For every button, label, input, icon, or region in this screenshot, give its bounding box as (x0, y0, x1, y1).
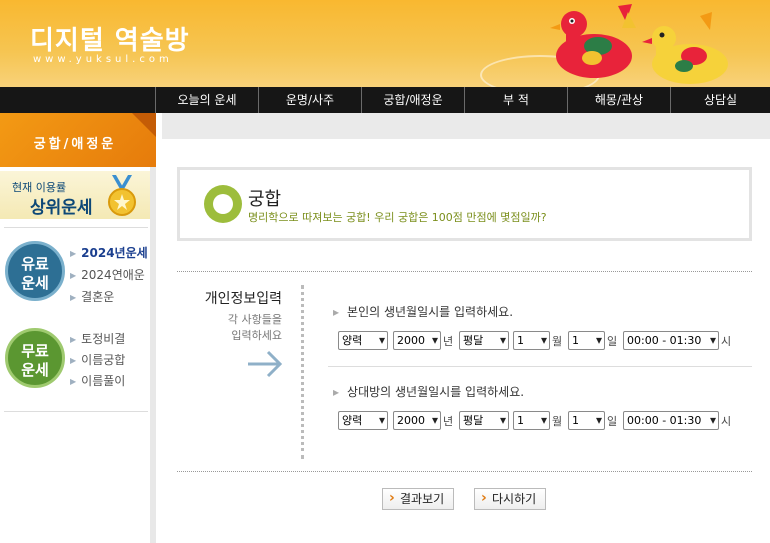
paid-fortune-badge: 유료 운세 (5, 241, 65, 301)
site-domain: www.yuksul.com (33, 54, 173, 65)
free-fortune-badge: 무료 운세 (5, 328, 65, 388)
page-subtitle: 명리학으로 따져보는 궁합! 우리 궁합은 100점 만점에 몇점일까? (248, 211, 547, 224)
content-top-bar (162, 113, 770, 139)
person2-day-select[interactable]: 1 (568, 411, 605, 430)
person2-prompt: 상대방의 생년월일시를 입력하세요. (333, 383, 524, 400)
year-unit-label: 년 (443, 335, 454, 348)
person1-time-select[interactable]: 00:00 - 01:30 (623, 331, 719, 350)
paid-badge-line2: 운세 (21, 274, 49, 292)
page-title: 궁합 (248, 189, 282, 210)
nav-item-today-fortune[interactable]: 오늘의 운세 (155, 87, 258, 113)
person1-month-select[interactable]: 1 (513, 331, 550, 350)
section-divider-bottom (177, 471, 752, 472)
form-heading: 개인정보입력 (204, 291, 282, 307)
person2-leap-select[interactable]: 평달 (459, 411, 509, 430)
person1-day-select[interactable]: 1 (568, 331, 605, 350)
reset-button[interactable]: 다시하기 (474, 488, 546, 510)
sidebar-link-marriage[interactable]: 결혼운 (70, 288, 114, 305)
form-vertical-divider (301, 285, 304, 459)
free-badge-line2: 운세 (21, 361, 49, 379)
page-title-box: 궁합 명리학으로 따져보는 궁합! 우리 궁합은 100점 만점에 몇점일까? (177, 167, 752, 241)
time-unit-label: 시 (721, 335, 732, 348)
form-row-divider (328, 366, 752, 367)
sidebar-divider-2 (4, 411, 148, 412)
person2-month-select[interactable]: 1 (513, 411, 550, 430)
nav-item-destiny[interactable]: 운명/사주 (258, 87, 361, 113)
top-fortune-banner[interactable]: 현재 이용률 상위운세 (0, 171, 150, 219)
person1-year-select[interactable]: 2000 (393, 331, 441, 350)
day-unit-label: 일 (607, 415, 618, 428)
sidebar-link-name-compat[interactable]: 이름궁합 (70, 351, 125, 368)
day-unit-label: 일 (607, 335, 618, 348)
sidebar-link-name-reading[interactable]: 이름풀이 (70, 372, 125, 389)
title-circle-icon (204, 185, 242, 223)
medal-icon (108, 175, 136, 216)
sidebar-link-tojeong[interactable]: 토정비결 (70, 330, 125, 347)
year-unit-label: 년 (443, 415, 454, 428)
form-subtext-2: 입력하세요 (231, 329, 282, 342)
free-badge-line1: 무료 (21, 342, 49, 360)
sidebar-header: 궁합/애정운 (0, 113, 156, 167)
title-circle-inner (213, 194, 233, 214)
sidebar-link-2024-love[interactable]: 2024연애운 (70, 266, 145, 283)
nav-item-dream[interactable]: 해몽/관상 (567, 87, 670, 113)
person1-calendar-select[interactable]: 양력 (338, 331, 388, 350)
site-logo[interactable]: 디지털 역술방 (30, 20, 190, 57)
banner-big-text: 상위운세 (30, 198, 93, 218)
nav-item-compatibility[interactable]: 궁합/애정운 (361, 87, 464, 113)
sidebar-link-2024-fortune[interactable]: 2024년운세 (70, 244, 148, 261)
form-subtext-1: 각 사항들을 (227, 313, 282, 326)
month-unit-label: 월 (552, 335, 563, 348)
person2-time-select[interactable]: 00:00 - 01:30 (623, 411, 719, 430)
arrow-right-icon (248, 350, 283, 378)
mandarin-duck-yellow-icon (642, 12, 728, 84)
result-button[interactable]: 결과보기 (382, 488, 454, 510)
sidebar-divider (4, 227, 148, 228)
paid-badge-line1: 유료 (21, 255, 49, 273)
person2-calendar-select[interactable]: 양력 (338, 411, 388, 430)
person2-year-select[interactable]: 2000 (393, 411, 441, 430)
header: 디지털 역술방 www.yuksul.com (0, 0, 770, 87)
sidebar-title: 궁합/애정운 (33, 137, 117, 152)
mandarin-duck-red-icon (550, 4, 636, 78)
main-nav: 오늘의 운세 운명/사주 궁합/애정운 부 적 해몽/관상 상담실 (0, 87, 770, 113)
sidebar: 궁합/애정운 현재 이용률 상위운세 유료 운세 2024년운세 2024연애운… (0, 113, 156, 543)
section-divider-top (177, 271, 752, 272)
time-unit-label: 시 (721, 415, 732, 428)
person1-leap-select[interactable]: 평달 (459, 331, 509, 350)
month-unit-label: 월 (552, 415, 563, 428)
nav-item-consultation[interactable]: 상담실 (670, 87, 770, 113)
nav-item-talisman[interactable]: 부 적 (464, 87, 567, 113)
person1-prompt: 본인의 생년월일시를 입력하세요. (333, 303, 513, 320)
